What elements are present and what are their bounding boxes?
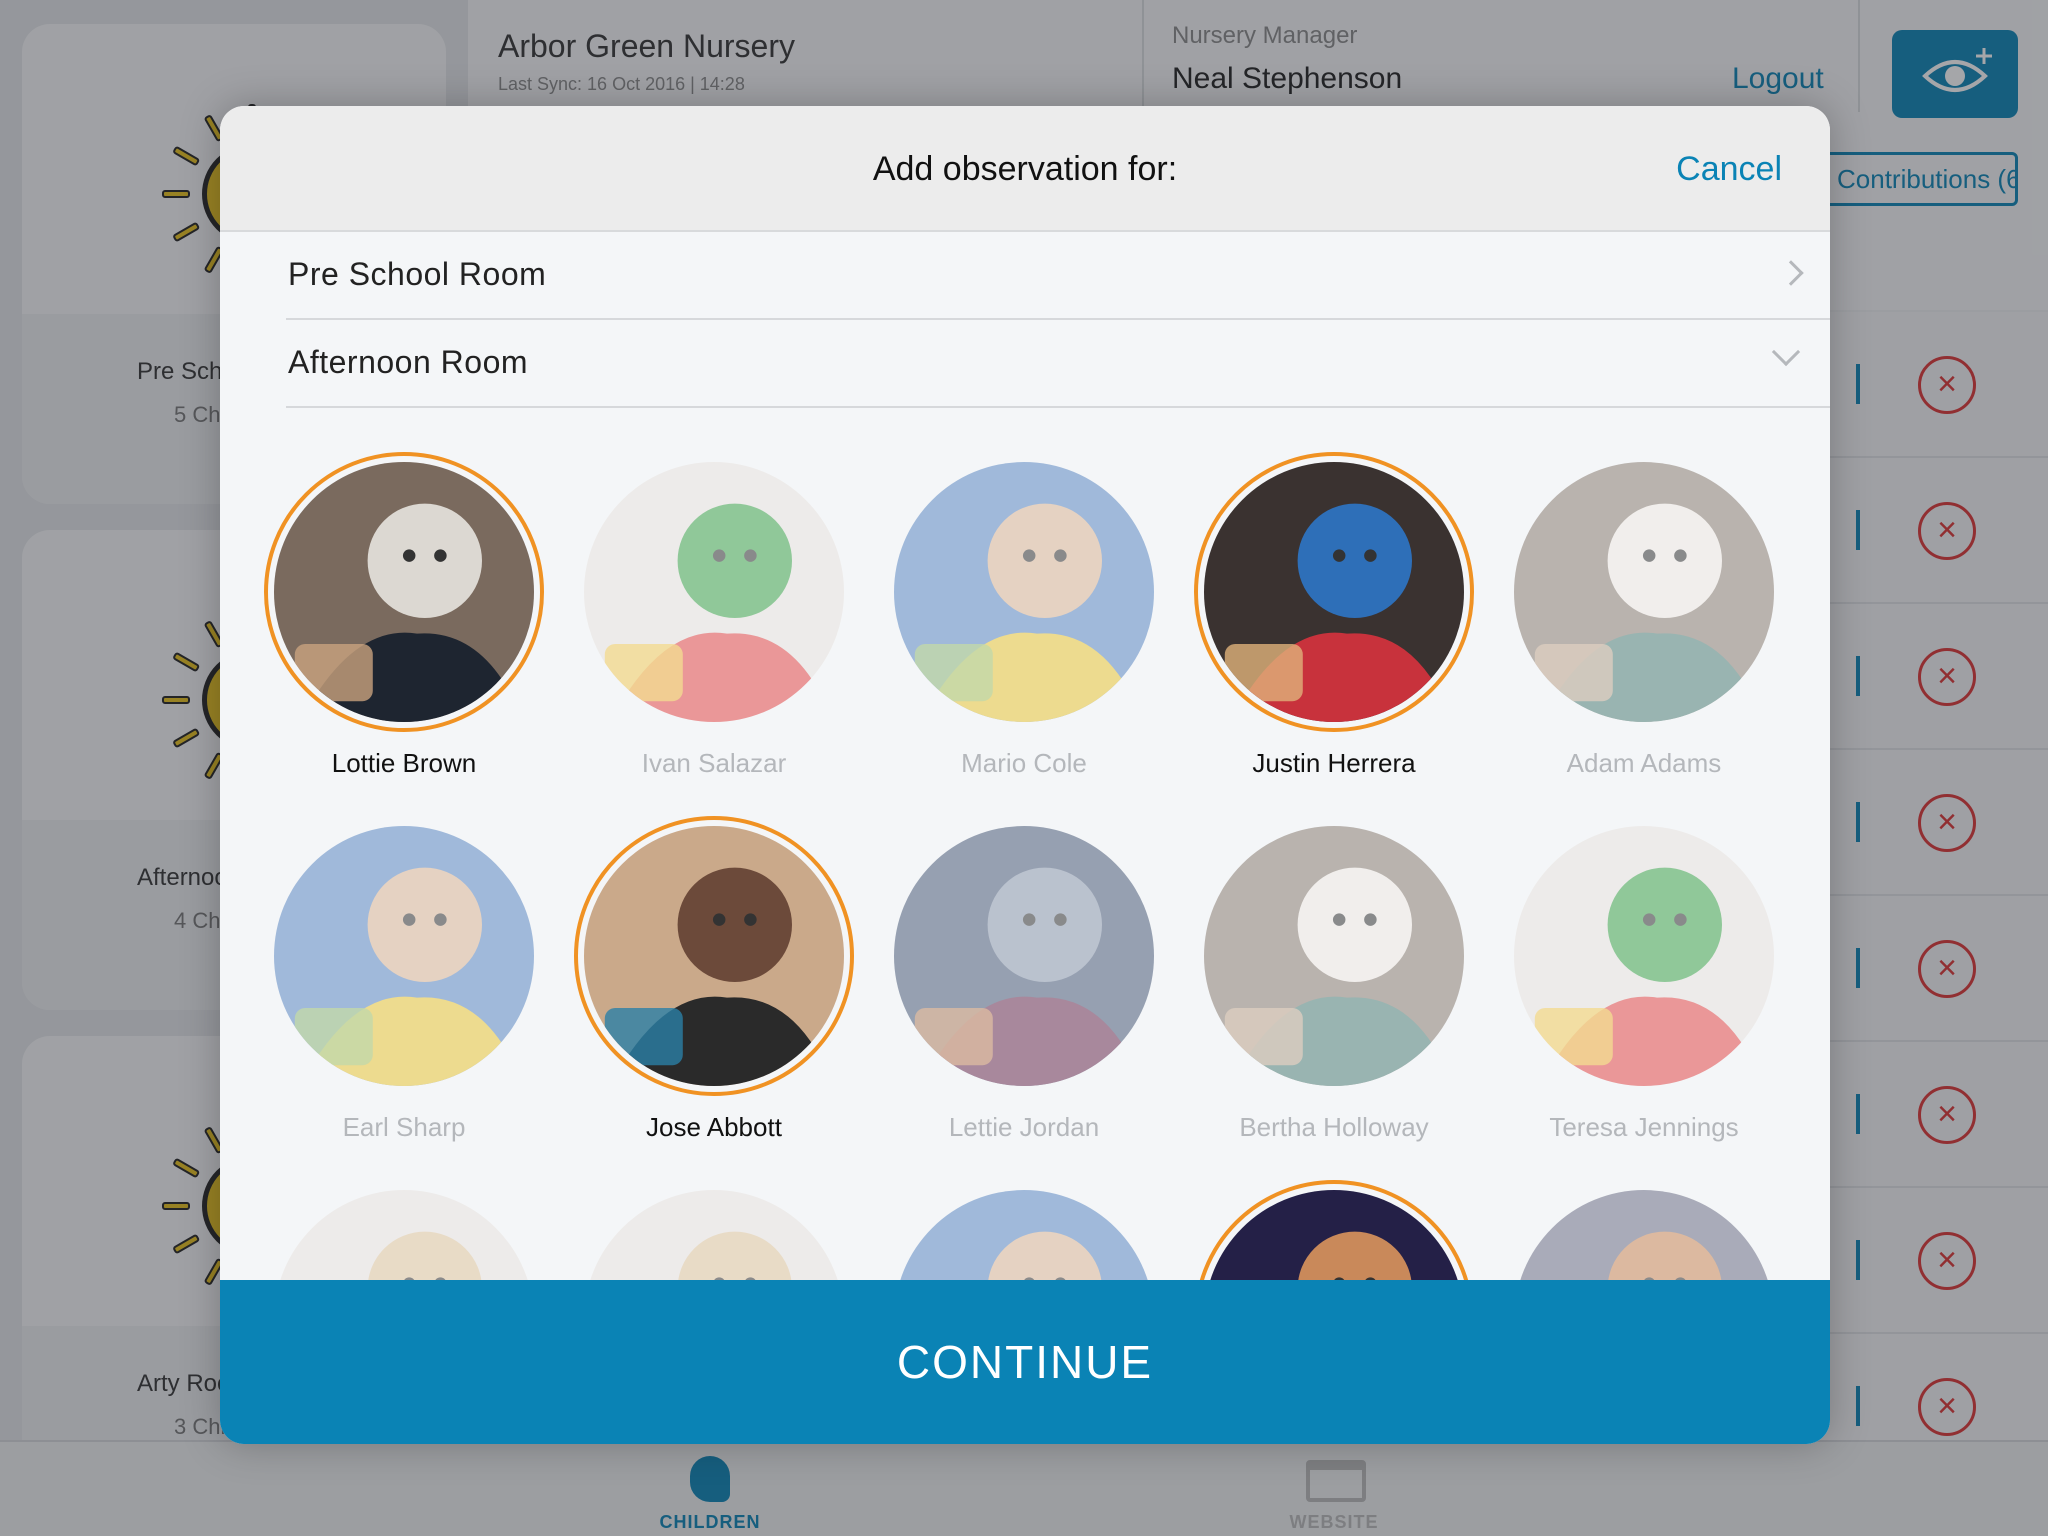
child-photo [584, 462, 844, 722]
avatar-ring [1204, 826, 1464, 1086]
child-avatar-item[interactable]: Earl Sharp [220, 816, 534, 1146]
selected-ring [574, 816, 854, 1096]
child-photo [1204, 462, 1464, 722]
chevron-down-icon [1771, 337, 1801, 367]
child-avatar-item[interactable]: Mario Cole [840, 452, 1154, 782]
child-photo [894, 826, 1154, 1086]
chevron-right-icon [1778, 260, 1804, 286]
continue-button[interactable]: CONTINUE [220, 1280, 1830, 1444]
child-photo [584, 826, 844, 1086]
child-photo [274, 462, 534, 722]
child-photo [1204, 826, 1464, 1086]
room-row-label: Afternoon Room [288, 344, 529, 380]
child-name: Adam Adams [1566, 748, 1722, 778]
avatar-ring [894, 462, 1154, 722]
child-avatar-item[interactable]: Adam Adams [1460, 452, 1774, 782]
cancel-button[interactable]: Cancel [1676, 150, 1782, 189]
avatar-ring [584, 462, 844, 722]
modal-title: Add observation for: [872, 150, 1178, 188]
child-avatar-item[interactable]: Bertha Holloway [1150, 816, 1464, 1146]
child-photo [1514, 826, 1774, 1086]
child-avatar-item[interactable]: Ivan Salazar [530, 452, 844, 782]
child-photo [1514, 462, 1774, 722]
child-avatar-item[interactable]: Teresa Jennings [1460, 816, 1774, 1146]
child-avatar-item[interactable]: Lettie Jordan [840, 816, 1154, 1146]
child-photo [894, 462, 1154, 722]
child-avatar-item[interactable]: Jose Abbott [530, 816, 854, 1146]
avatar-ring [1514, 462, 1774, 722]
child-avatar-item[interactable]: Lottie Brown [220, 452, 544, 782]
child-photo [274, 826, 534, 1086]
room-row-afternoon[interactable]: Afternoon Room [286, 320, 1830, 408]
child-name: Teresa Jennings [1549, 1112, 1739, 1142]
avatar-ring [274, 826, 534, 1086]
avatar-ring [1514, 826, 1774, 1086]
child-avatar-item[interactable]: Justin Herrera [1150, 452, 1474, 782]
selected-ring [264, 452, 544, 732]
room-row-pre-school[interactable]: Pre School Room [286, 232, 1830, 320]
room-row-label: Pre School Room [288, 256, 547, 292]
avatar-ring [894, 826, 1154, 1086]
children-grid[interactable]: Lottie Brown Ivan Salazar Mario Cole Justin… [220, 452, 1830, 1386]
modal-header: Add observation for: Cancel [220, 106, 1830, 232]
selected-ring [1194, 452, 1474, 732]
add-observation-modal: Add observation for: Cancel Pre School R… [220, 106, 1830, 1444]
